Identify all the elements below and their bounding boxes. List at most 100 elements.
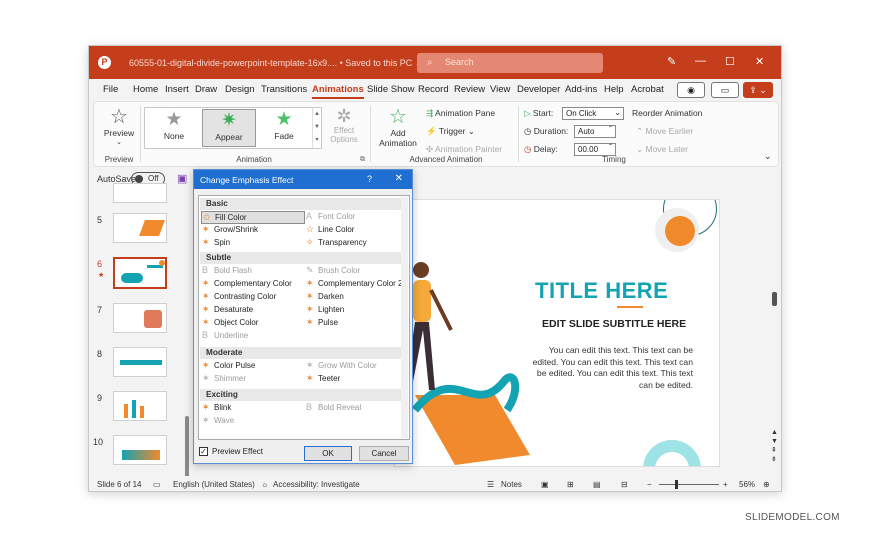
zoom-level[interactable]: 56% bbox=[739, 480, 755, 489]
zoom-out-icon[interactable]: − bbox=[647, 480, 652, 489]
fit-slide-icon[interactable]: ⊕ bbox=[763, 480, 770, 489]
slide-thumbnail-4[interactable] bbox=[113, 183, 167, 203]
tab-review[interactable]: Review bbox=[454, 84, 485, 95]
animation-pane-button[interactable]: ⇶ Animation Pane bbox=[426, 108, 495, 119]
add-animation-button[interactable]: ☆ Add Animation bbox=[376, 106, 420, 148]
slide-thumbnail-6[interactable] bbox=[113, 257, 167, 289]
effect-teeter[interactable]: ✶ Teeter bbox=[305, 373, 340, 386]
move-earlier-button[interactable]: ⌃ Move Earlier bbox=[636, 126, 693, 137]
slideshow-icon[interactable]: ⊟ bbox=[621, 480, 628, 489]
effect-contrasting-color[interactable]: ✶ Contrasting Color bbox=[201, 291, 276, 304]
tab-insert[interactable]: Insert bbox=[165, 84, 189, 95]
animation-painter-button[interactable]: ✣ Animation Painter bbox=[426, 144, 502, 155]
tab-animations[interactable]: Animations bbox=[312, 84, 364, 99]
cancel-button[interactable]: Cancel bbox=[359, 446, 409, 461]
gallery-scroll[interactable]: ▲ ▼ ▾ bbox=[312, 108, 321, 148]
comments-button[interactable]: ▭ bbox=[711, 82, 739, 98]
spinner-icon[interactable]: ⌃ bbox=[608, 125, 613, 132]
effect-line-color[interactable]: ☆ Line Color bbox=[305, 224, 354, 237]
slide-title[interactable]: TITLE HERE bbox=[535, 278, 668, 304]
effect-desaturate[interactable]: ✶ Desaturate bbox=[201, 304, 253, 317]
tab-file[interactable]: File bbox=[103, 84, 118, 95]
scroll-arrows[interactable]: ▲ ▼ ⇞ ⇟ bbox=[771, 428, 778, 464]
help-button[interactable]: ? bbox=[367, 174, 372, 184]
search-box[interactable]: ⌕ Search bbox=[417, 53, 603, 73]
effect-blink[interactable]: ✶ Blink bbox=[201, 402, 231, 415]
tab-slide-show[interactable]: Slide Show bbox=[367, 84, 415, 95]
save-icon[interactable]: ▣ bbox=[177, 172, 187, 185]
pen-icon[interactable]: ✎ bbox=[667, 55, 676, 68]
teeter-icon: ✶ bbox=[306, 373, 314, 383]
zoom-in-icon[interactable]: + bbox=[723, 480, 728, 489]
complementary-color-icon: ✶ bbox=[202, 278, 210, 288]
slide-thumbnail-8[interactable] bbox=[113, 347, 167, 377]
effect-grow-shrink[interactable]: ✶ Grow/Shrink bbox=[201, 224, 258, 237]
duration-field[interactable]: Auto ⌃ bbox=[574, 125, 616, 138]
slide-thumbnail-9[interactable] bbox=[113, 391, 167, 421]
dialog-launcher-icon[interactable]: ⧉ bbox=[360, 156, 365, 164]
minimize-button[interactable]: — bbox=[695, 55, 706, 67]
effect-complementary-color[interactable]: ✶ Complementary Color bbox=[201, 278, 292, 291]
preview-effect-checkbox[interactable]: ✓ bbox=[199, 447, 208, 456]
effect-list-scrollbar[interactable] bbox=[401, 197, 408, 438]
effect-spin[interactable]: ✶ Spin bbox=[201, 237, 230, 250]
darken-icon: ✶ bbox=[306, 291, 314, 301]
effect-object-color[interactable]: ✶ Object Color bbox=[201, 317, 258, 330]
duration-label: Duration: bbox=[533, 126, 569, 136]
zoom-slider-thumb[interactable] bbox=[675, 480, 678, 489]
slide-thumbnail-10[interactable] bbox=[113, 435, 167, 465]
tab-developer[interactable]: Developer bbox=[517, 84, 560, 95]
tab-view[interactable]: View bbox=[490, 84, 510, 95]
slide-thumbnail-5[interactable] bbox=[113, 213, 167, 243]
slide-body-text[interactable]: You can edit this text. This text can be… bbox=[521, 345, 693, 391]
tab-transitions[interactable]: Transitions bbox=[261, 84, 307, 95]
zoom-slider[interactable] bbox=[659, 484, 719, 485]
effect-darken[interactable]: ✶ Darken bbox=[305, 291, 344, 304]
tab-add-ins[interactable]: Add-ins bbox=[565, 84, 597, 95]
effect-options-icon: ✲ bbox=[336, 106, 352, 126]
slide-sorter-icon[interactable]: ⊞ bbox=[567, 480, 574, 489]
start-select[interactable]: On Click ⌄ bbox=[562, 107, 624, 120]
effect-pulse[interactable]: ✶ Pulse bbox=[305, 317, 338, 330]
duration-value: Auto bbox=[578, 127, 595, 136]
notes-button[interactable]: Notes bbox=[501, 480, 522, 489]
tab-record[interactable]: Record bbox=[418, 84, 449, 95]
effect-fill-color[interactable]: ✩ Fill Color bbox=[201, 211, 305, 224]
effect-options-button[interactable]: ✲ Effect Options bbox=[326, 106, 362, 144]
reading-view-icon[interactable]: ▤ bbox=[593, 480, 601, 489]
language[interactable]: English (United States) bbox=[173, 480, 255, 489]
effect-complementary-color-2[interactable]: ✶ Complementary Color 2 bbox=[305, 278, 402, 291]
maximize-button[interactable]: ☐ bbox=[725, 55, 735, 68]
change-emphasis-effect-dialog: Change Emphasis Effect ? ✕ Basic ✩ Fill C… bbox=[193, 169, 413, 464]
accessibility-status[interactable]: Accessibility: Investigate bbox=[273, 480, 360, 489]
animation-none[interactable]: ★ None bbox=[147, 109, 201, 147]
animation-appear[interactable]: ✷ Appear bbox=[202, 109, 256, 147]
record-button[interactable]: ◉ bbox=[677, 82, 705, 98]
share-button[interactable]: ⇪ ⌄ bbox=[743, 82, 773, 98]
tab-design[interactable]: Design bbox=[225, 84, 255, 95]
tab-help[interactable]: Help bbox=[604, 84, 624, 95]
document-title[interactable]: 60555-01-digital-divide-powerpoint-templ… bbox=[129, 58, 422, 69]
tab-acrobat[interactable]: Acrobat bbox=[631, 84, 664, 95]
collapse-ribbon-icon[interactable]: ⌄ bbox=[764, 151, 772, 162]
slide-scrollbar[interactable] bbox=[772, 292, 777, 306]
dialog-close-button[interactable]: ✕ bbox=[395, 173, 403, 184]
spelling-icon[interactable]: ▭ bbox=[153, 480, 161, 489]
tab-draw[interactable]: Draw bbox=[195, 84, 217, 95]
spinner-icon[interactable]: ⌃ bbox=[608, 143, 613, 150]
normal-view-icon[interactable]: ▣ bbox=[541, 480, 549, 489]
trigger-button[interactable]: ⚡ Trigger ⌄ bbox=[426, 126, 475, 137]
tab-home[interactable]: Home bbox=[133, 84, 158, 95]
ok-button[interactable]: OK bbox=[304, 446, 352, 461]
preview-button[interactable]: ☆ Preview ⌄ bbox=[102, 106, 136, 146]
close-button[interactable]: ✕ bbox=[755, 55, 764, 68]
slide-info[interactable]: Slide 6 of 14 bbox=[97, 480, 141, 489]
effect-color-pulse[interactable]: ✶ Color Pulse bbox=[201, 360, 255, 373]
slide-thumbnail-7[interactable] bbox=[113, 303, 167, 333]
effect-transparency[interactable]: ✧ Transparency bbox=[305, 237, 367, 250]
effect-lighten[interactable]: ✶ Lighten bbox=[305, 304, 344, 317]
move-later-button[interactable]: ⌄ Move Later bbox=[636, 144, 688, 155]
animation-fade[interactable]: ★ Fade bbox=[257, 109, 311, 147]
slide-canvas[interactable]: TITLE HERE EDIT SLIDE SUBTITLE HERE You … bbox=[394, 199, 720, 467]
slide-subtitle[interactable]: EDIT SLIDE SUBTITLE HERE bbox=[542, 318, 686, 330]
